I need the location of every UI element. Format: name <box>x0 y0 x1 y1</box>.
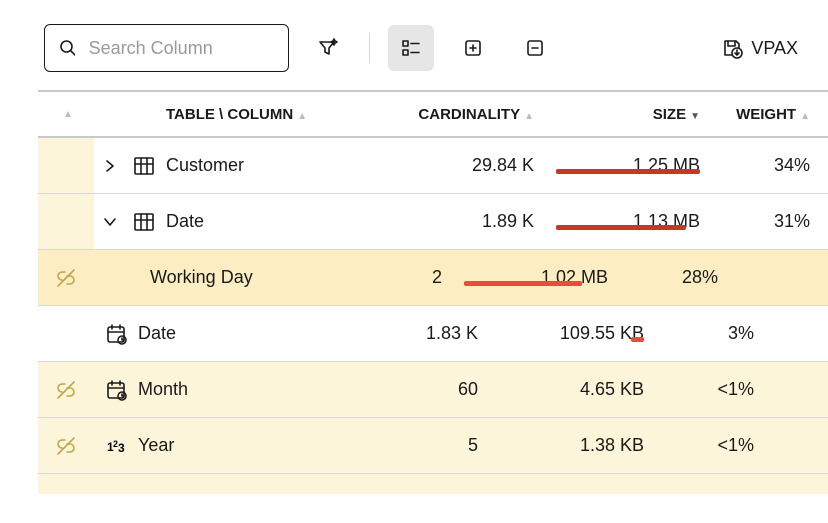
table-row[interactable]: Date 1.83 K 109.55 KB 3% <box>38 306 828 362</box>
filter-magic-button[interactable] <box>305 25 351 71</box>
number-icon: 123 <box>98 435 134 457</box>
collapse-all-button[interactable] <box>512 25 558 71</box>
table-row[interactable]: Customer 29.84 K 1.25 MB 34% <box>38 138 828 194</box>
export-vpax-button[interactable]: VPAX <box>721 37 798 59</box>
group-view-icon <box>400 37 422 59</box>
cell-size: 1.02 MB <box>456 267 622 288</box>
date-icon <box>98 379 134 401</box>
search-input[interactable] <box>87 37 274 60</box>
group-view-button[interactable] <box>388 25 434 71</box>
toolbar: VPAX <box>0 0 828 90</box>
cell-size: 1.13 MB <box>548 211 714 232</box>
date-icon <box>98 323 134 345</box>
collapse-all-icon <box>524 37 546 59</box>
table-icon <box>126 211 162 233</box>
unreferenced-icon <box>38 267 94 289</box>
table-row[interactable]: Month 60 4.65 KB <1% <box>38 362 828 418</box>
cell-weight: 3% <box>658 323 768 344</box>
cell-cardinality: 5 <box>312 435 492 456</box>
cell-cardinality: 1.83 K <box>312 323 492 344</box>
header-size[interactable]: SIZE▼ <box>548 106 714 123</box>
cell-size: 109.55 KB <box>492 323 658 344</box>
header-cardinality[interactable]: CARDINALITY▲ <box>368 106 548 123</box>
search-box[interactable] <box>44 24 289 72</box>
table-row[interactable]: Working Day 2 1.02 MB 28% <box>38 250 828 306</box>
cell-weight: <1% <box>658 435 768 456</box>
chevron-down-icon <box>103 215 117 229</box>
cell-name: Date <box>162 211 368 232</box>
header-name[interactable]: TABLE \ COLUMN▲ <box>162 106 368 123</box>
cell-name: Date <box>134 323 312 344</box>
cell-size: 1.38 KB <box>492 435 658 456</box>
cell-weight: 28% <box>622 267 732 288</box>
cell-cardinality: 2 <box>276 267 456 288</box>
table-row[interactable] <box>38 474 828 494</box>
toolbar-separator <box>369 33 370 63</box>
cell-name: Year <box>134 435 312 456</box>
cell-weight: 34% <box>714 155 824 176</box>
cell-name: Month <box>134 379 312 400</box>
expand-all-icon <box>462 37 484 59</box>
cell-size: 4.65 KB <box>492 379 658 400</box>
grid-header-row: ▲ TABLE \ COLUMN▲ CARDINALITY▲ SIZE▼ WEI… <box>38 90 828 138</box>
export-vpax-label: VPAX <box>751 38 798 59</box>
table-row[interactable]: 123 Year 5 1.38 KB <1% <box>38 418 828 474</box>
table-row[interactable]: Date 1.89 K 1.13 MB 31% <box>38 194 828 250</box>
filter-magic-icon <box>316 36 340 60</box>
cell-cardinality: 1.89 K <box>368 211 548 232</box>
unreferenced-icon <box>38 435 94 457</box>
table-icon <box>126 155 162 177</box>
chevron-right-icon <box>103 159 117 173</box>
save-download-icon <box>721 37 743 59</box>
cell-cardinality: 29.84 K <box>368 155 548 176</box>
unreferenced-icon <box>38 379 94 401</box>
cell-name: Customer <box>162 155 368 176</box>
svg-text:3: 3 <box>118 441 125 455</box>
cell-weight: 31% <box>714 211 824 232</box>
search-icon <box>59 39 75 57</box>
header-weight[interactable]: WEIGHT▲ <box>714 106 824 123</box>
cell-size: 1.25 MB <box>548 155 714 176</box>
expand-all-button[interactable] <box>450 25 496 71</box>
expand-toggle[interactable] <box>94 159 126 173</box>
columns-grid: ▲ TABLE \ COLUMN▲ CARDINALITY▲ SIZE▼ WEI… <box>0 90 828 494</box>
cell-name: Working Day <box>146 267 276 288</box>
cell-weight: <1% <box>658 379 768 400</box>
expand-toggle[interactable] <box>94 215 126 229</box>
cell-cardinality: 60 <box>312 379 492 400</box>
sort-indicator[interactable]: ▲ <box>63 109 73 120</box>
